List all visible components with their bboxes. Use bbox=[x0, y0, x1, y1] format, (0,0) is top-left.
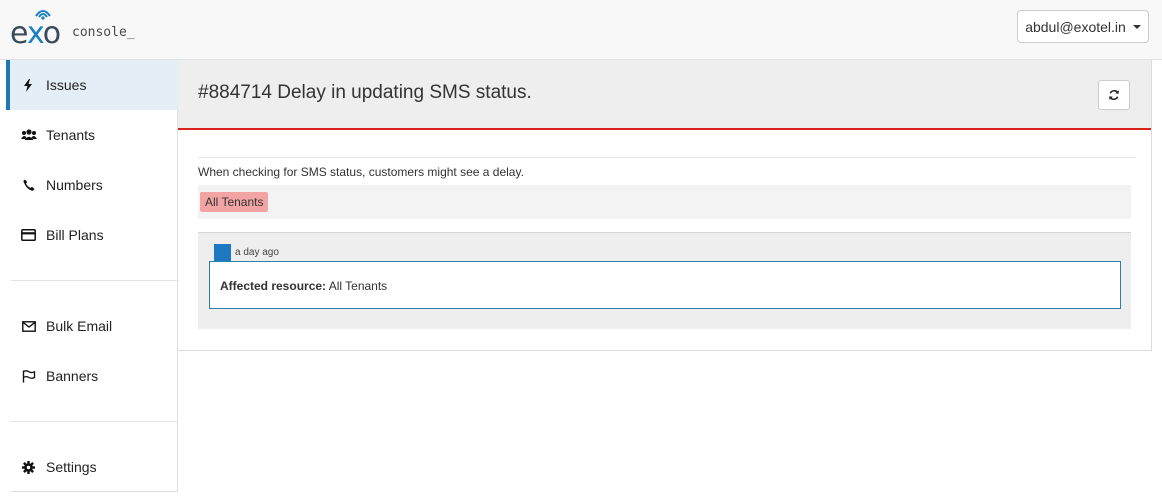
exo-console-logo[interactable]: exo console_ bbox=[10, 4, 160, 56]
sidebar-item-numbers[interactable]: Numbers bbox=[11, 160, 178, 210]
envelope-icon bbox=[11, 320, 46, 332]
sidebar-divider bbox=[11, 280, 178, 281]
sidebar-item-settings[interactable]: Settings bbox=[11, 442, 178, 492]
update-label: Affected resource: bbox=[220, 279, 327, 293]
tenant-tag[interactable]: All Tenants bbox=[200, 192, 269, 212]
sidebar-item-label: Banners bbox=[46, 368, 99, 384]
sidebar-item-tenants[interactable]: Tenants bbox=[11, 110, 178, 160]
refresh-button[interactable] bbox=[1098, 80, 1130, 110]
sidebar-item-bulk-email[interactable]: Bulk Email bbox=[11, 301, 178, 351]
flag-icon bbox=[11, 369, 46, 383]
issue-description: When checking for SMS status, customers … bbox=[198, 165, 524, 179]
top-navbar: exo console_ abdul@exotel.in bbox=[0, 0, 1162, 60]
sidebar-item-label: Numbers bbox=[46, 177, 103, 193]
affected-tags-row: All Tenants bbox=[198, 185, 1131, 219]
page-title: #884714 Delay in updating SMS status. bbox=[198, 82, 532, 103]
sidebar-item-label: Issues bbox=[46, 77, 87, 93]
user-email: abdul@exotel.in bbox=[1025, 18, 1126, 35]
users-icon bbox=[11, 129, 46, 141]
update-timestamp: a day ago bbox=[235, 247, 279, 258]
refresh-icon bbox=[1109, 89, 1119, 101]
sidebar-item-label: Settings bbox=[46, 459, 97, 475]
update-card: Affected resource: All Tenants bbox=[209, 261, 1121, 309]
phone-icon bbox=[11, 179, 46, 191]
sidebar-item-bill-plans[interactable]: Bill Plans bbox=[11, 210, 178, 260]
sidebar: Issues Tenants Numbers Bill Plans Bulk E… bbox=[6, 60, 178, 492]
sidebar-item-label: Tenants bbox=[46, 127, 96, 143]
caret-down-icon bbox=[1132, 24, 1141, 29]
sidebar-item-banners[interactable]: Banners bbox=[11, 351, 178, 401]
credit-card-icon bbox=[11, 229, 46, 241]
bolt-icon bbox=[10, 78, 46, 92]
user-menu-button[interactable]: abdul@exotel.in bbox=[1017, 10, 1149, 43]
update-value: All Tenants bbox=[328, 279, 388, 293]
sidebar-item-label: Bulk Email bbox=[46, 318, 113, 334]
logo-console-text: console_ bbox=[72, 25, 135, 40]
logo-wordmark: exo bbox=[10, 16, 61, 51]
sidebar-divider bbox=[11, 421, 178, 422]
sidebar-item-label: Bill Plans bbox=[46, 227, 104, 243]
gear-icon bbox=[11, 460, 46, 474]
issue-panel: #884714 Delay in updating SMS status. Wh… bbox=[178, 60, 1152, 351]
issue-header: #884714 Delay in updating SMS status. bbox=[178, 60, 1151, 130]
update-text: Affected resource: All Tenants bbox=[220, 279, 387, 293]
content-divider bbox=[198, 157, 1136, 158]
avatar bbox=[214, 244, 231, 261]
sidebar-item-issues[interactable]: Issues bbox=[6, 60, 178, 110]
issue-update: a day ago Affected resource: All Tenants bbox=[198, 232, 1131, 329]
